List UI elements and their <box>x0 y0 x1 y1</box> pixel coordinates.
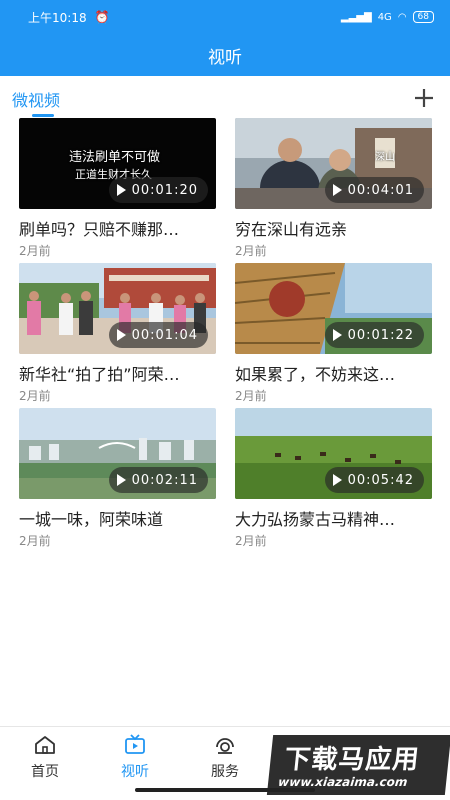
duration-badge: 00:05:42 <box>324 467 424 493</box>
video-title[interactable]: 刷单吗？只赔不赚那… <box>19 216 217 240</box>
status-time: 上午10:18 <box>28 10 87 25</box>
status-indicators: ▂▃▅▇ 4G ◠ 68 <box>341 11 434 23</box>
video-title[interactable]: 一城一味，阿荣味道 <box>19 506 217 530</box>
add-icon[interactable] <box>412 86 436 110</box>
play-icon <box>332 329 342 341</box>
video-card[interactable]: 00:05:42 大力弘扬蒙古马精神… 2月前 <box>235 408 433 549</box>
wifi-icon: ◠ <box>397 11 407 23</box>
video-title[interactable]: 大力弘扬蒙古马精神… <box>235 506 433 530</box>
video-thumbnail[interactable]: 深山 00:04:01 <box>235 118 432 209</box>
video-time: 2月前 <box>235 534 267 548</box>
play-icon <box>332 184 342 196</box>
video-thumbnail[interactable]: 00:02:11 <box>19 408 216 499</box>
video-thumbnail[interactable]: 违法刷单不可做 正道生财才长久 00:01:20 <box>19 118 216 209</box>
video-time: 2月前 <box>235 244 267 258</box>
video-duration: 00:01:20 <box>131 182 198 198</box>
nav-label: 首页 <box>31 764 59 780</box>
video-duration: 00:01:22 <box>347 327 414 343</box>
duration-badge: 00:01:04 <box>108 322 208 348</box>
nav-label: 视听 <box>121 764 149 780</box>
video-card[interactable]: 00:02:11 一城一味，阿荣味道 2月前 <box>19 408 217 549</box>
nav-label: 服务 <box>211 764 239 780</box>
service-icon <box>216 738 234 754</box>
page-title: 视听 <box>208 47 242 68</box>
video-time: 2月前 <box>19 534 51 548</box>
home-indicator <box>135 788 315 792</box>
watermark-text: 下载马应用 <box>282 745 422 775</box>
section-header: 微视频 <box>0 82 450 118</box>
video-duration: 00:02:11 <box>131 472 198 488</box>
video-title[interactable]: 穷在深山有远亲 <box>235 216 433 240</box>
video-time: 2月前 <box>235 389 267 403</box>
duration-badge: 00:02:11 <box>108 467 208 493</box>
video-time: 2月前 <box>19 389 51 403</box>
nav-item-media[interactable]: 视听 <box>100 733 170 781</box>
network-type: 4G <box>377 11 392 23</box>
video-duration: 00:04:01 <box>347 182 414 198</box>
play-icon <box>116 329 126 341</box>
video-thumbnail[interactable]: 00:05:42 <box>235 408 432 499</box>
video-card[interactable]: 深山 00:04:01 穷在深山有远亲 2月前 <box>235 118 433 259</box>
play-icon <box>332 474 342 486</box>
thumbnail-caption: 深山 <box>375 152 395 163</box>
video-duration: 00:01:04 <box>131 327 198 343</box>
thumbnail-caption: 违法刷单不可做 <box>69 150 161 165</box>
alarm-icon: ⏰ <box>94 10 110 24</box>
watermark-url: www.xiazaima.com <box>277 775 409 789</box>
duration-badge: 00:04:01 <box>324 177 424 203</box>
tab-indicator <box>32 114 54 117</box>
nav-item-home[interactable]: 首页 <box>10 733 80 781</box>
app-header: 视听 <box>0 34 450 76</box>
signal-icon: ▂▃▅▇ <box>340 11 372 23</box>
duration-badge: 00:01:20 <box>108 177 208 203</box>
video-duration: 00:05:42 <box>347 472 414 488</box>
video-time: 2月前 <box>19 244 51 258</box>
home-icon <box>35 736 55 754</box>
battery-icon: 68 <box>412 11 434 23</box>
section-tab-micro-video[interactable]: 微视频 <box>12 87 60 111</box>
video-thumbnail[interactable]: 00:01:22 <box>235 263 432 354</box>
tv-icon <box>125 734 145 754</box>
status-bar: 上午10:18 ⏰ ▂▃▅▇ 4G ◠ 68 <box>0 0 450 34</box>
video-title[interactable]: 新华社“拍了拍”阿荣… <box>19 361 217 385</box>
nav-item-service[interactable]: 服务 <box>190 733 260 781</box>
video-card[interactable]: 00:01:22 如果累了，不妨来这… 2月前 <box>235 263 433 404</box>
play-icon <box>116 474 126 486</box>
video-thumbnail[interactable]: 00:01:04 <box>19 263 216 354</box>
watermark-logo: 下载马应用 www.xiazaima.com <box>266 735 450 795</box>
video-card[interactable]: 违法刷单不可做 正道生财才长久 00:01:20 刷单吗？只赔不赚那… 2月前 <box>19 118 217 259</box>
duration-badge: 00:01:22 <box>324 322 424 348</box>
play-icon <box>116 184 126 196</box>
video-title[interactable]: 如果累了，不妨来这… <box>235 361 433 385</box>
video-card[interactable]: 00:01:04 新华社“拍了拍”阿荣… 2月前 <box>19 263 217 404</box>
